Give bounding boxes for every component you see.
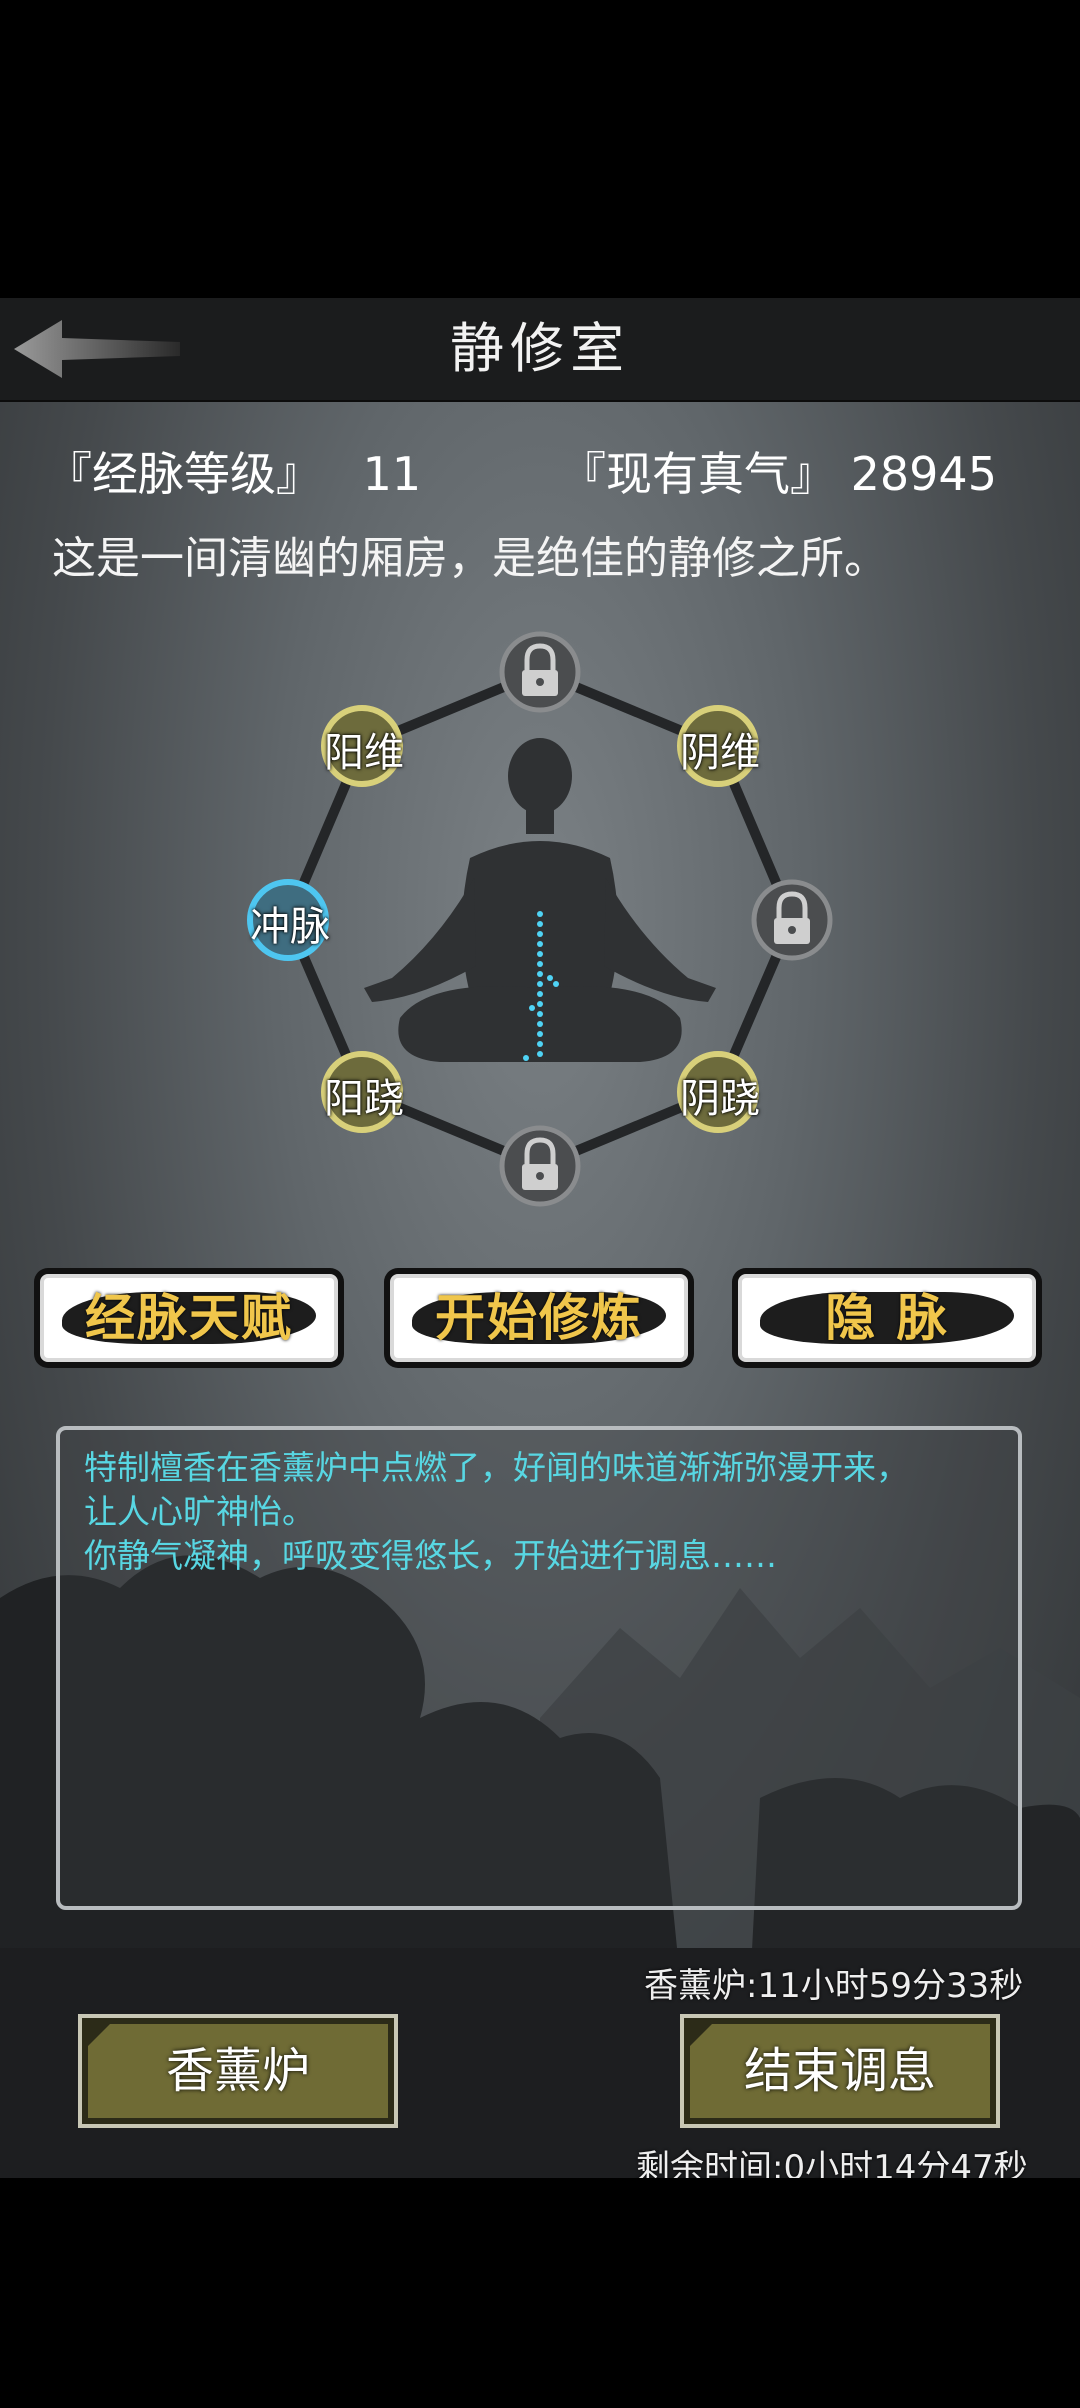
- meditation-room-screen: 静修室 『经脉等级』 11 『现有真气』 28945 这是一间清幽的厢房，是绝佳…: [0, 298, 1080, 2178]
- incense-burner-label: 香薰炉: [165, 2043, 310, 2099]
- node-label-yinwei: 阴维: [680, 730, 760, 776]
- hidden-meridian-button[interactable]: 隐 脉: [732, 1268, 1042, 1368]
- end-rest-button[interactable]: 结束调息: [680, 2014, 1000, 2128]
- start-cultivation-label: 开始修炼: [435, 1289, 643, 1347]
- button-frame: 经脉天赋: [40, 1274, 338, 1362]
- meridian-talent-button[interactable]: 经脉天赋: [34, 1268, 344, 1368]
- message-log[interactable]: 特制檀香在香薰炉中点燃了，好闻的味道渐渐弥漫开来， 让人心旷神怡。 你静气凝神，…: [56, 1426, 1022, 1910]
- locked-node-right[interactable]: [751, 879, 833, 961]
- log-line: 你静气凝神，呼吸变得悠长，开始进行调息……: [84, 1536, 777, 1575]
- node-label-chongmai: 冲脉: [250, 904, 330, 950]
- log-line: 让人心旷神怡。: [84, 1492, 315, 1531]
- button-frame: 开始修炼: [390, 1274, 688, 1362]
- log-line: 特制檀香在香薰炉中点燃了，好闻的味道渐渐弥漫开来，: [84, 1448, 909, 1487]
- locked-node-top[interactable]: [499, 631, 581, 713]
- node-label-yangwei: 阳维: [324, 730, 404, 776]
- end-rest-label: 结束调息: [743, 2043, 936, 2099]
- incense-burner-button[interactable]: 香薰炉: [78, 2014, 398, 2128]
- locked-node-bottom[interactable]: [499, 1125, 581, 1207]
- incense-timer: 香薰炉:11小时59分33秒: [644, 1966, 1024, 2006]
- node-label-yangqiao: 阳跷: [324, 1076, 404, 1122]
- node-label-yinqiao: 阴跷: [680, 1076, 760, 1122]
- meridian-talent-label: 经脉天赋: [85, 1289, 293, 1347]
- hidden-meridian-label: 隐 脉: [825, 1289, 949, 1347]
- button-frame: 隐 脉: [738, 1274, 1036, 1362]
- remaining-time: 剩余时间:0小时14分47秒: [636, 2148, 1028, 2178]
- start-cultivation-button[interactable]: 开始修炼: [384, 1268, 694, 1368]
